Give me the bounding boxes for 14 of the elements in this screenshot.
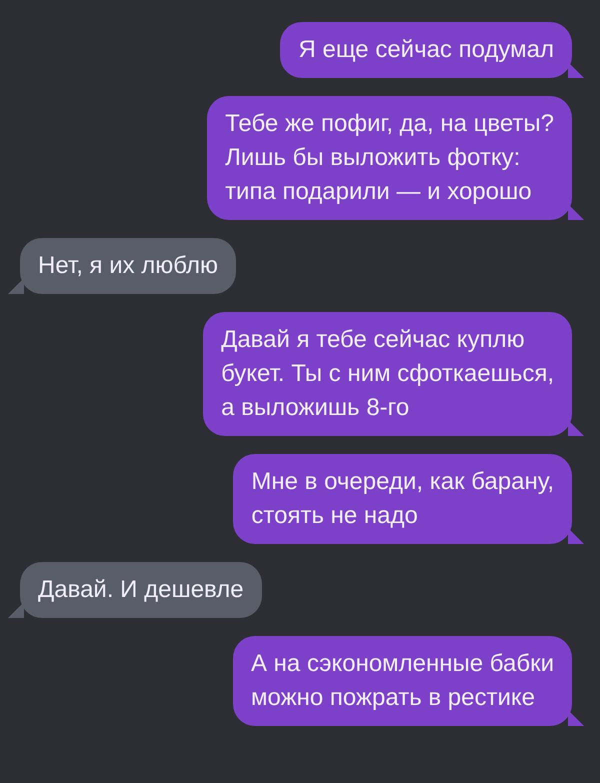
bubble-tail	[568, 204, 584, 220]
bubble-tail	[568, 62, 584, 78]
bubble-tail	[568, 528, 584, 544]
bubble-tail	[568, 710, 584, 726]
bubble-tail	[568, 420, 584, 436]
message-bubble: А на сэкономленные бабки можно пожрать в рестике	[233, 636, 572, 726]
bubble-tail	[8, 602, 24, 618]
message-bubble: Давай я тебе сейчас куплю букет. Ты с ним сфоткаешься, а выложишь 8-го	[203, 312, 572, 436]
message-bubble: Мне в очереди, как барану, стоять не надо	[233, 454, 572, 544]
message-bubble: Тебе же пофиг, да, на цветы? Лишь бы выложить фотку: типа подарили — и хорошо	[207, 96, 572, 220]
message-bubble: Я еще сейчас подумал	[280, 22, 572, 78]
bubble-tail	[8, 278, 24, 294]
message-bubble: Нет, я их люблю	[20, 238, 236, 294]
message-bubble: Давай. И дешевле	[20, 562, 262, 618]
